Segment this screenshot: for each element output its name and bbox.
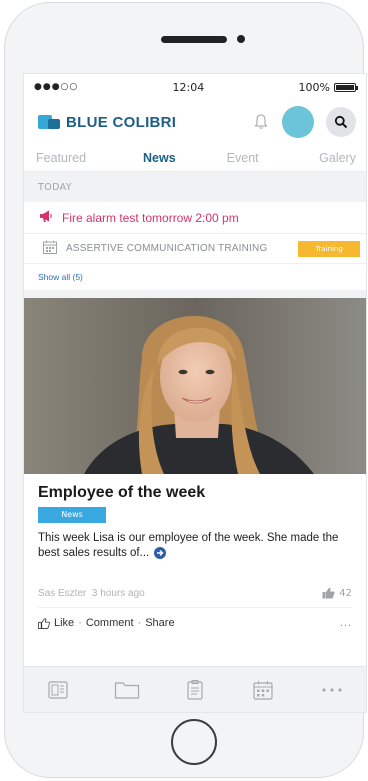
- post-author-time: Sas Eszter 3 hours ago: [38, 588, 145, 599]
- tab-galery[interactable]: Galery: [286, 151, 366, 165]
- training-tag: Training: [298, 240, 360, 257]
- header-actions: [252, 106, 356, 138]
- show-all-link[interactable]: Show all (5): [38, 272, 83, 282]
- like-count: 42: [322, 587, 352, 599]
- battery-icon: [333, 82, 358, 92]
- calendar-nav-icon[interactable]: [248, 675, 278, 705]
- event-item[interactable]: ASSERTIVE COMMUNICATION TRAINING Trainin…: [24, 234, 366, 264]
- battery-status: 100%: [298, 80, 358, 94]
- news-icon[interactable]: [43, 675, 73, 705]
- more-icon[interactable]: [317, 675, 347, 705]
- more-options-button[interactable]: ...: [340, 617, 352, 629]
- post-body: This week Lisa is our employee of the we…: [38, 531, 352, 561]
- post-body-text: This week Lisa is our employee of the we…: [38, 532, 339, 559]
- post-actions: Like · Comment · Share ...: [38, 608, 352, 638]
- alert-item[interactable]: Fire alarm test tomorrow 2:00 pm: [24, 202, 366, 234]
- tab-bar: Featured News Event Galery: [24, 144, 366, 172]
- logo-icon: [38, 115, 60, 129]
- post-time: 3 hours ago: [91, 587, 145, 599]
- post-photo[interactable]: [24, 298, 366, 474]
- divider: [24, 290, 366, 298]
- tab-news[interactable]: News: [119, 151, 199, 165]
- status-time: 12:04: [172, 80, 205, 94]
- like-count-value: 42: [339, 587, 352, 599]
- signal-indicator: ●●●○○: [34, 82, 79, 92]
- clipboard-icon[interactable]: [180, 675, 210, 705]
- search-button[interactable]: [326, 107, 356, 137]
- like-button[interactable]: Like: [38, 617, 74, 629]
- news-badge: News: [38, 507, 106, 523]
- folder-icon[interactable]: [112, 675, 142, 705]
- tab-featured[interactable]: Featured: [36, 151, 116, 165]
- thumbs-up-outline-icon: [38, 617, 50, 629]
- arrow-right-icon[interactable]: [154, 546, 167, 559]
- section-label-today: TODAY: [24, 172, 366, 202]
- brand-name: BLUE COLIBRI: [66, 113, 177, 131]
- megaphone-icon: [38, 208, 54, 227]
- event-text: ASSERTIVE COMMUNICATION TRAINING: [66, 243, 268, 254]
- phone-speaker: [161, 36, 227, 43]
- alert-text: Fire alarm test tomorrow 2:00 pm: [62, 210, 239, 225]
- app-screen: ●●●○○ 12:04 100% BLUE COLIBRI Featured N…: [23, 73, 367, 713]
- post-card: Employee of the week News This week Lisa…: [24, 474, 366, 638]
- avatar[interactable]: [282, 106, 314, 138]
- bell-icon[interactable]: [252, 113, 270, 131]
- phone-camera: [237, 35, 245, 43]
- search-icon: [334, 115, 348, 129]
- like-label: Like: [54, 617, 75, 629]
- status-bar: ●●●○○ 12:04 100%: [24, 74, 366, 100]
- tab-event[interactable]: Event: [203, 151, 283, 165]
- post-author: Sas Eszter: [38, 587, 87, 599]
- battery-percent: 100%: [298, 80, 330, 94]
- calendar-icon: [42, 239, 58, 259]
- share-button[interactable]: Share: [145, 617, 174, 629]
- comment-button[interactable]: Comment: [86, 617, 134, 629]
- bottom-nav: [24, 666, 366, 712]
- app-header: BLUE COLIBRI: [24, 100, 366, 144]
- post-meta: Sas Eszter 3 hours ago 42: [38, 587, 352, 608]
- post-title[interactable]: Employee of the week: [38, 484, 352, 502]
- thumbs-up-icon: [322, 587, 335, 599]
- brand-logo[interactable]: BLUE COLIBRI: [38, 114, 176, 131]
- phone-frame: ●●●○○ 12:04 100% BLUE COLIBRI Featured N…: [4, 2, 367, 778]
- home-button[interactable]: [171, 719, 217, 765]
- show-all-row: Show all (5): [24, 264, 366, 290]
